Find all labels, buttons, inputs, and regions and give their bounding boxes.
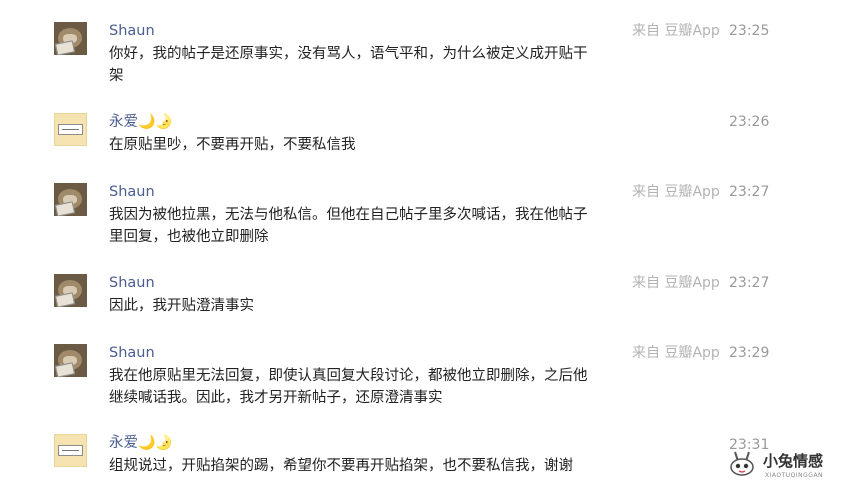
message-source: 来自 豆瓣App	[632, 23, 720, 39]
message-text: 我在他原贴里无法回复，即使认真回复大段讨论，都被他立即删除，之后他继续喊话我。因…	[109, 368, 588, 406]
username-text[interactable]: 永爱	[109, 114, 138, 130]
username-link[interactable]: Shaun	[109, 274, 155, 292]
username-text[interactable]: Shaun	[109, 23, 155, 39]
message-text: 你好，我的帖子是还原事实，没有骂人，语气平和，为什么被定义成开贴干架	[109, 46, 588, 84]
watermark-logo: 小兔情感 XIAOTUQINGGAN	[727, 448, 837, 484]
watermark-subtitle: XIAOTUQINGGAN	[765, 472, 824, 479]
message-time: 23:26	[729, 114, 770, 130]
moon-emoji-icon: 🌙🌛	[138, 435, 173, 451]
message-source: 来自 豆瓣App	[632, 275, 720, 291]
username-text[interactable]: Shaun	[109, 184, 155, 200]
username-link[interactable]: Shaun	[109, 344, 155, 362]
message-time: 23:25	[729, 23, 770, 39]
message-text: 因此，我开贴澄清事实	[109, 298, 254, 314]
user-avatar[interactable]	[54, 113, 87, 146]
username-text[interactable]: Shaun	[109, 345, 155, 361]
message-text: 在原贴里吵，不要再开贴，不要私信我	[109, 137, 356, 153]
rabbit-face-icon	[730, 451, 754, 476]
username-link[interactable]: Shaun	[109, 183, 155, 201]
user-avatar[interactable]	[54, 274, 87, 307]
user-avatar[interactable]	[54, 344, 87, 377]
watermark-title: 小兔情感	[763, 452, 824, 470]
username-link[interactable]: 永爱🌙🌛	[109, 434, 173, 452]
message-time: 23:27	[729, 275, 770, 291]
user-avatar[interactable]	[54, 183, 87, 216]
username-link[interactable]: Shaun	[109, 22, 155, 40]
user-avatar[interactable]	[54, 434, 87, 467]
bottom-fade	[0, 472, 841, 490]
user-avatar[interactable]	[54, 22, 87, 55]
username-text[interactable]: Shaun	[109, 275, 155, 291]
username-link[interactable]: 永爱🌙🌛	[109, 113, 173, 131]
message-text: 我因为被他拉黑，无法与他私信。但他在自己帖子里多次喊话，我在他帖子里回复，也被他…	[109, 207, 588, 245]
moon-emoji-icon: 🌙🌛	[138, 114, 173, 130]
username-text[interactable]: 永爱	[109, 435, 138, 451]
message-time: 23:29	[729, 345, 770, 361]
message-source: 来自 豆瓣App	[632, 345, 720, 361]
message-time: 23:27	[729, 184, 770, 200]
message-source: 来自 豆瓣App	[632, 184, 720, 200]
